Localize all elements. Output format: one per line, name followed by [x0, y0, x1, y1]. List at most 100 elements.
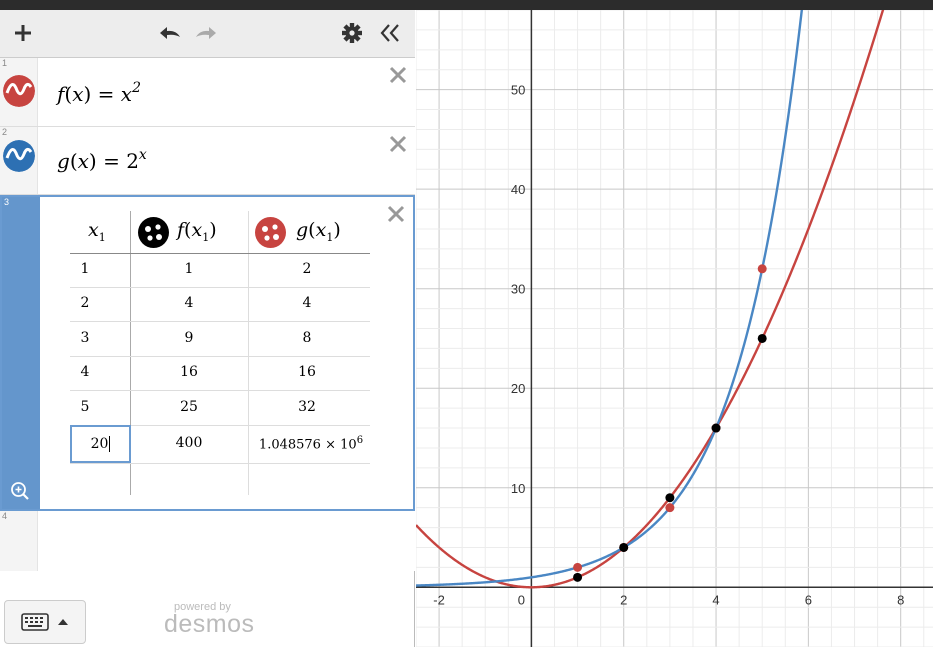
expression-base: 2: [126, 149, 139, 173]
point-style-icon-g[interactable]: [255, 217, 286, 248]
expression-base: x: [120, 82, 133, 106]
add-expression-button[interactable]: [8, 18, 38, 48]
function-curves: [416, 10, 885, 589]
row-divider: [70, 321, 370, 322]
sci-mantissa: 1.048576: [258, 437, 321, 453]
graph-style-icon[interactable]: [3, 140, 35, 172]
expression-gutter: 1: [0, 58, 38, 126]
expression-toolbar: [0, 10, 415, 58]
expression-row-f[interactable]: 1 f(x) = x2: [0, 58, 415, 127]
table-point: [573, 572, 583, 582]
top-bar: [0, 0, 933, 10]
table-cell-g: 1.048576 × 106: [248, 435, 374, 452]
sci-times: ×: [325, 437, 336, 453]
y-tick-label: 30: [511, 282, 525, 297]
expression-math[interactable]: f(x) = x2: [57, 80, 141, 106]
undo-icon: [160, 27, 180, 39]
expression-number: 3: [4, 197, 10, 207]
table-cell-g: 16: [298, 364, 316, 380]
curve-g: [416, 10, 804, 587]
graph-style-icon[interactable]: [3, 75, 35, 107]
zoom-fit-icon[interactable]: [10, 481, 30, 501]
column-header-f[interactable]: f(x1): [177, 219, 217, 244]
text-cursor: [109, 436, 111, 452]
expression-number: 2: [2, 127, 8, 137]
column-header-x1[interactable]: x1: [88, 219, 106, 244]
table-point: [757, 333, 767, 343]
grid-lines: [416, 10, 933, 647]
table-cell-f: 25: [180, 399, 198, 415]
sci-exponent: 6: [356, 435, 364, 446]
row-divider: [70, 287, 370, 288]
expression-exponent: x: [138, 147, 147, 163]
redo-icon: [196, 27, 216, 39]
double-chevron-left-icon: [380, 24, 399, 42]
expression-row-g[interactable]: 2 g(x) = 2x: [0, 127, 415, 195]
function-name: g: [57, 149, 70, 173]
gear-icon: [342, 23, 362, 43]
x-tick-label: 0: [518, 592, 525, 607]
table-cell-x[interactable]: 3: [40, 330, 130, 346]
point-style-icon-f[interactable]: [138, 217, 169, 248]
caret-up-icon: [58, 619, 68, 625]
row-divider: [70, 390, 370, 391]
row-divider: [70, 463, 370, 464]
table-cell-g: 8: [302, 330, 312, 346]
row-divider: [70, 356, 370, 357]
function-argument: x: [77, 149, 89, 173]
header-variable: x: [88, 219, 99, 241]
y-tick-label: 50: [511, 83, 525, 98]
keyboard-icon: [21, 613, 49, 631]
table-cell-input[interactable]: 20: [70, 425, 131, 463]
keyboard-toggle-button[interactable]: [4, 600, 86, 644]
cell-input-value: 20: [90, 436, 109, 452]
desmos-logo[interactable]: desmos: [164, 610, 255, 639]
table-cell-g: 32: [298, 399, 316, 415]
expression-gutter: 2: [0, 127, 38, 194]
delete-expression-button[interactable]: [385, 203, 407, 225]
graph-paper[interactable]: -2 0 2 4 6 8 10 20 30 40 50: [416, 10, 933, 647]
table-cell-g: 2: [302, 261, 312, 277]
table-cell-x[interactable]: 4: [40, 364, 130, 380]
plus-icon: [15, 25, 31, 41]
sci-base: 10: [340, 437, 357, 453]
table-cell-f: 1: [184, 261, 194, 277]
expression-number: 1: [2, 58, 8, 68]
header-function: f: [177, 219, 185, 241]
x-tick-label: 6: [805, 592, 812, 607]
table-cell-x[interactable]: 5: [40, 399, 130, 415]
function-name: f: [57, 82, 65, 106]
table-cell-x[interactable]: 1: [40, 261, 130, 277]
undo-button[interactable]: [154, 18, 184, 48]
x-tick-label: 2: [620, 592, 627, 607]
expression-list-panel: 1 f(x) = x2 2 g(x) = 2x 3 x1 f(x1) g(x1)…: [0, 10, 415, 647]
delete-expression-button[interactable]: [387, 64, 409, 86]
table-cell-f: 4: [184, 295, 194, 311]
header-variable: x: [191, 219, 203, 241]
table-point: [619, 542, 629, 552]
header-subscript: 1: [98, 230, 106, 244]
delete-expression-button[interactable]: [387, 133, 409, 155]
table-cell-g: 4: [302, 295, 312, 311]
y-tick-label: 40: [511, 182, 525, 197]
expression-math[interactable]: g(x) = 2x: [57, 147, 147, 173]
collapse-panel-button[interactable]: [375, 18, 405, 48]
table-cell-x[interactable]: 2: [40, 295, 130, 311]
y-tick-label: 20: [511, 381, 525, 396]
header-divider: [70, 253, 370, 254]
expression-gutter: 4: [0, 511, 38, 571]
x-tick-label: -2: [433, 592, 445, 607]
x-tick-label: 4: [712, 592, 719, 607]
expression-exponent: 2: [132, 80, 141, 96]
curve-f: [416, 10, 885, 589]
expression-number: 4: [2, 511, 8, 521]
column-header-g[interactable]: g(x1): [296, 219, 341, 244]
table-cell-f: 16: [180, 364, 198, 380]
function-argument: x: [72, 82, 84, 106]
settings-button[interactable]: [337, 18, 367, 48]
expression-row-empty[interactable]: 4: [0, 511, 415, 571]
table-expression[interactable]: 3 x1 f(x1) g(x1) 1 1 2 2 4 4 3 9 8 4 16 …: [0, 195, 415, 511]
redo-button[interactable]: [192, 18, 222, 48]
table-point: [665, 503, 675, 513]
table-point: [757, 264, 767, 274]
